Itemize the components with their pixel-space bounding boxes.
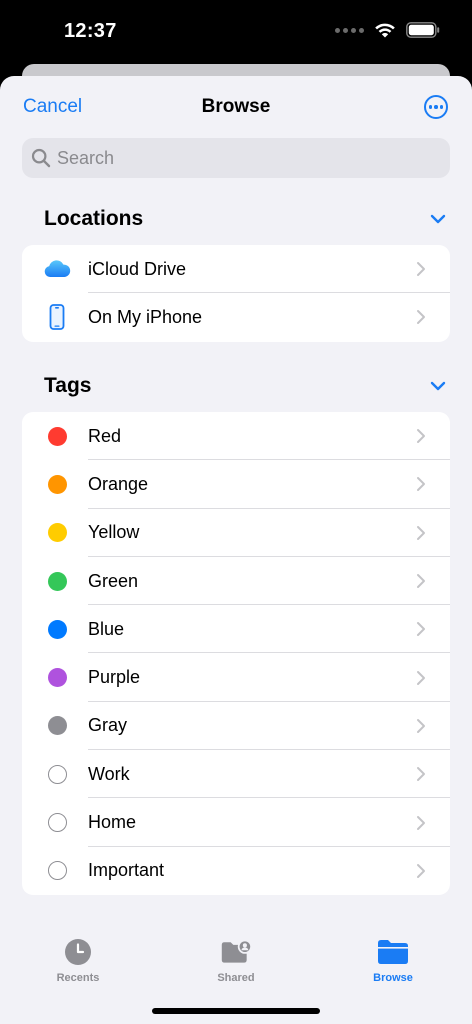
shared-folder-icon [220, 938, 252, 966]
chevron-right-icon [416, 670, 428, 686]
browse-sheet: Cancel Browse Locations iCloud Drive [0, 76, 472, 1024]
locations-header[interactable]: Locations [44, 204, 448, 234]
status-time: 12:37 [64, 20, 117, 42]
tag-color-dot-icon [42, 566, 72, 596]
status-indicators [335, 22, 440, 38]
tag-label: Orange [88, 473, 149, 494]
tag-item-green[interactable]: Green [22, 557, 450, 606]
chevron-right-icon [416, 261, 428, 277]
chevron-right-icon [416, 863, 428, 879]
chevron-down-icon[interactable] [428, 376, 448, 396]
tab-bar: Recents Shared Browse [0, 920, 472, 1024]
status-bar: 12:37 [0, 0, 472, 62]
tag-item-purple[interactable]: Purple [22, 653, 450, 702]
tag-label: Red [88, 425, 122, 446]
search-icon [31, 148, 51, 168]
chevron-right-icon [416, 525, 428, 541]
cellular-signal-icon [335, 27, 364, 33]
locations-list: iCloud Drive On My iPhone [22, 245, 450, 342]
iphone-icon [42, 302, 72, 332]
chevron-right-icon [416, 815, 428, 831]
search-input[interactable] [57, 147, 437, 169]
tag-color-dot-icon [42, 518, 72, 548]
chevron-right-icon [416, 428, 428, 444]
tab-label: Recents [56, 972, 100, 984]
tag-label: Green [88, 570, 139, 591]
tag-item-yellow[interactable]: Yellow [22, 509, 450, 557]
tag-label: Gray [88, 715, 128, 736]
icloud-icon [42, 254, 72, 284]
chevron-right-icon [416, 573, 428, 589]
tag-item-red[interactable]: Red [22, 412, 450, 461]
battery-icon [406, 22, 440, 38]
tag-color-dot-icon [42, 421, 72, 451]
tag-color-dot-icon [42, 711, 72, 741]
tag-empty-circle-icon [42, 856, 72, 886]
location-label: iCloud Drive [88, 258, 187, 279]
tag-label: Purple [88, 667, 141, 688]
wifi-icon [375, 23, 395, 38]
chevron-right-icon [416, 309, 428, 325]
tags-header[interactable]: Tags [44, 371, 448, 401]
clock-icon [62, 938, 94, 966]
chevron-right-icon [416, 621, 428, 637]
tag-item-gray[interactable]: Gray [22, 702, 450, 751]
location-label: On My iPhone [88, 306, 203, 327]
tag-label: Yellow [88, 522, 140, 543]
tab-shared[interactable]: Shared [181, 938, 291, 984]
tag-item-important[interactable]: Important [22, 847, 450, 895]
tab-label: Browse [373, 972, 413, 984]
chevron-right-icon [416, 766, 428, 782]
navigation-bar: Cancel Browse [0, 76, 472, 136]
tag-label: Blue [88, 618, 125, 639]
tab-recents[interactable]: Recents [23, 938, 133, 984]
tag-color-dot-icon [42, 469, 72, 499]
tag-empty-circle-icon [42, 808, 72, 838]
tag-empty-circle-icon [42, 759, 72, 789]
search-bar[interactable] [22, 138, 450, 178]
tag-item-blue[interactable]: Blue [22, 605, 450, 654]
tag-item-orange[interactable]: Orange [22, 460, 450, 509]
locations-title: Locations [44, 207, 144, 230]
chevron-right-icon [416, 718, 428, 734]
tag-label: Important [88, 860, 165, 881]
tag-label: Work [88, 763, 130, 784]
cancel-button[interactable]: Cancel [23, 96, 82, 118]
location-item-on-my-iphone[interactable]: On My iPhone [22, 293, 450, 341]
tab-browse[interactable]: Browse [338, 938, 448, 984]
tag-color-dot-icon [42, 614, 72, 644]
tags-title: Tags [44, 374, 92, 397]
tab-label: Shared [217, 972, 255, 984]
tag-item-home[interactable]: Home [22, 798, 450, 847]
tag-item-work[interactable]: Work [22, 750, 450, 799]
tag-color-dot-icon [42, 663, 72, 693]
location-item-icloud-drive[interactable]: iCloud Drive [22, 245, 450, 294]
tags-list: Red Orange Yellow Green Blue Purple Gray Work Ho… [22, 412, 450, 895]
folder-icon [377, 938, 409, 966]
ellipsis-circle-icon[interactable] [424, 95, 448, 119]
chevron-right-icon [416, 476, 428, 492]
chevron-down-icon[interactable] [428, 209, 448, 229]
home-indicator [152, 1008, 320, 1014]
tag-label: Home [88, 812, 137, 833]
